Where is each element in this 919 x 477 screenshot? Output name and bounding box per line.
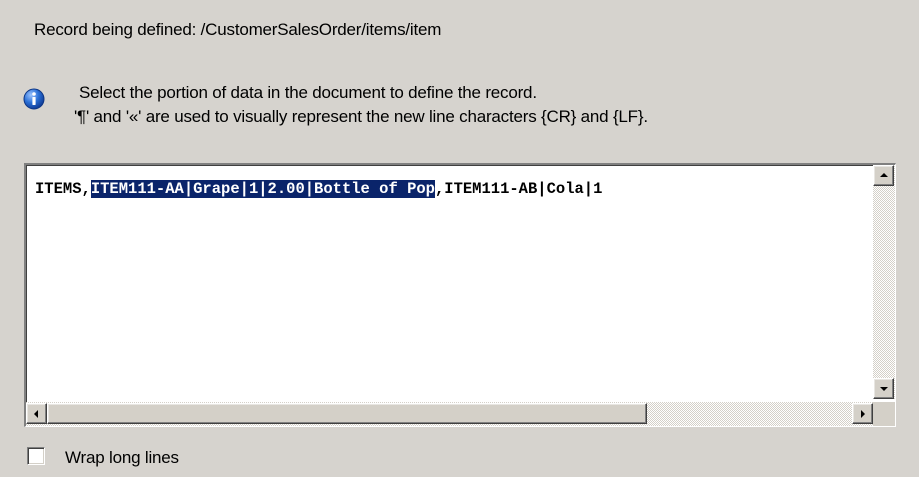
record-definition-panel: Record being defined: /CustomerSalesOrde… (0, 0, 919, 477)
scroll-left-button[interactable] (26, 403, 47, 424)
horizontal-scroll-thumb[interactable] (47, 403, 647, 424)
document-prefix-text: ITEMS, (35, 180, 91, 198)
horizontal-scrollbar[interactable] (26, 402, 873, 426)
arrow-up-icon (880, 173, 888, 177)
info-icon (23, 88, 45, 110)
selected-record-text[interactable]: ITEM111-AA|Grape|1|2.00|Bottle of Pop (90, 180, 435, 198)
arrow-right-icon (861, 410, 865, 418)
scroll-right-button[interactable] (852, 403, 873, 424)
arrow-down-icon (880, 387, 888, 391)
document-content-line[interactable]: ITEMS,ITEM111-AA|Grape|1|2.00|Bottle of … (35, 178, 873, 200)
scroll-down-button[interactable] (873, 378, 894, 399)
arrow-left-icon (34, 410, 38, 418)
document-text-area[interactable]: ITEMS,ITEM111-AA|Grape|1|2.00|Bottle of … (24, 163, 896, 427)
vertical-scrollbar[interactable] (873, 165, 895, 399)
wrap-long-lines-label[interactable]: Wrap long lines (65, 448, 179, 468)
wrap-long-lines-checkbox[interactable] (27, 447, 45, 465)
record-being-defined-label: Record being defined: /CustomerSalesOrde… (34, 20, 442, 39)
scroll-up-button[interactable] (873, 165, 894, 186)
document-suffix-text: ,ITEM111-AB|Cola|1 (434, 180, 603, 198)
info-instruction-text: Select the portion of data in the docume… (79, 83, 537, 102)
scrollbar-corner (873, 402, 895, 426)
info-newline-note-text: '¶' and '«' are used to visually represe… (74, 107, 648, 126)
